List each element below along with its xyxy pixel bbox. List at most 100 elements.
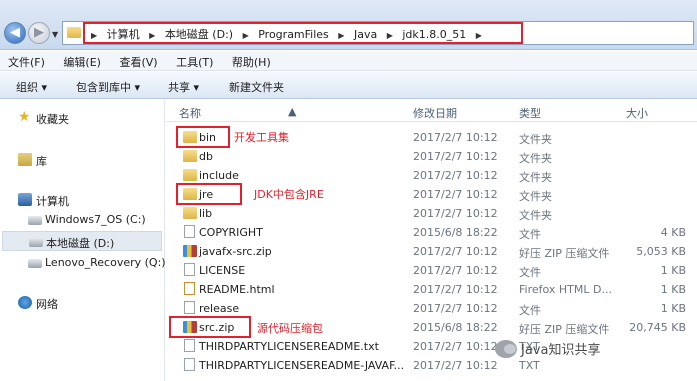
chevron-right-icon[interactable]: ▶ bbox=[387, 31, 393, 40]
menu-edit[interactable]: 编辑(E) bbox=[55, 51, 108, 70]
chevron-right-icon[interactable]: ▶ bbox=[476, 31, 482, 40]
breadcrumb-jdk[interactable]: jdk1.8.0_51 bbox=[402, 28, 466, 41]
file-size: 1 KB bbox=[660, 283, 686, 296]
file-row[interactable]: COPYRIGHT 2015/6/8 18:22 文件 4 KB bbox=[166, 223, 697, 242]
file-type: 文件 bbox=[519, 304, 541, 317]
document-icon bbox=[184, 339, 195, 352]
folder-icon bbox=[183, 207, 197, 219]
file-date: 2015/6/8 18:22 bbox=[413, 226, 498, 239]
file-row[interactable]: jre 2017/2/7 10:12 文件夹 bbox=[166, 185, 697, 204]
file-type: 文件夹 bbox=[519, 209, 552, 222]
file-date: 2017/2/7 10:12 bbox=[413, 169, 498, 182]
column-size[interactable]: 大小 bbox=[626, 105, 648, 121]
document-icon bbox=[184, 263, 195, 276]
history-dropdown-icon[interactable]: ▼ bbox=[52, 30, 58, 39]
drive-icon bbox=[28, 216, 42, 225]
file-row[interactable]: LICENSE 2017/2/7 10:12 文件 1 KB bbox=[166, 261, 697, 280]
file-row[interactable]: README.html 2017/2/7 10:12 Firefox HTML … bbox=[166, 280, 697, 299]
file-date: 2017/2/7 10:12 bbox=[413, 340, 498, 353]
file-row[interactable]: include 2017/2/7 10:12 文件夹 bbox=[166, 166, 697, 185]
bin-highlight-box bbox=[176, 126, 230, 148]
file-row[interactable]: javafx-src.zip 2017/2/7 10:12 好压 ZIP 压缩文… bbox=[166, 242, 697, 261]
file-date: 2017/2/7 10:12 bbox=[413, 131, 498, 144]
breadcrumb-drive-d[interactable]: 本地磁盘 (D:) bbox=[165, 28, 233, 41]
include-in-library-button[interactable]: 包含到库中 ▾ bbox=[76, 79, 140, 95]
file-name: db bbox=[199, 150, 213, 163]
file-size: 5,053 KB bbox=[636, 245, 686, 258]
breadcrumb-computer[interactable]: 计算机 bbox=[107, 28, 140, 41]
menu-view[interactable]: 查看(V) bbox=[111, 51, 164, 70]
nav-library[interactable]: 库 bbox=[0, 150, 165, 170]
file-date: 2015/6/8 18:22 bbox=[413, 321, 498, 334]
folder-icon bbox=[183, 150, 197, 162]
nav-drive-q-label: Lenovo_Recovery (Q:) bbox=[45, 256, 166, 269]
column-name[interactable]: 名称 bbox=[179, 105, 201, 121]
bin-annotation: 开发工具集 bbox=[234, 131, 289, 144]
file-type: Firefox HTML D... bbox=[519, 283, 612, 296]
nav-drive-c-label: Windows7_OS (C:) bbox=[45, 213, 146, 226]
nav-drive-c[interactable]: Windows7_OS (C:) bbox=[0, 210, 165, 230]
back-button[interactable]: ◀ bbox=[4, 22, 26, 44]
zip-archive-icon bbox=[183, 245, 197, 257]
file-name: release bbox=[199, 302, 240, 315]
watermark: Java知识共享 bbox=[495, 339, 601, 363]
file-row[interactable]: lib 2017/2/7 10:12 文件夹 bbox=[166, 204, 697, 223]
navigation-pane: ★ 收藏夹 库 计算机 Windows7_OS (C:) 本地磁盘 (D:) L… bbox=[0, 100, 166, 381]
file-date: 2017/2/7 10:12 bbox=[413, 245, 498, 258]
chevron-right-icon[interactable]: ▶ bbox=[149, 31, 155, 40]
watermark-text: Java知识共享 bbox=[521, 343, 601, 358]
menu-tools[interactable]: 工具(T) bbox=[168, 51, 220, 70]
file-type: 好压 ZIP 压缩文件 bbox=[519, 323, 610, 336]
file-size: 4 KB bbox=[660, 226, 686, 239]
menu-help[interactable]: 帮助(H) bbox=[224, 51, 278, 70]
file-type: 好压 ZIP 压缩文件 bbox=[519, 247, 610, 260]
new-folder-button[interactable]: 新建文件夹 bbox=[229, 79, 284, 95]
file-name: include bbox=[199, 169, 239, 182]
share-button[interactable]: 共享 ▾ bbox=[168, 79, 199, 95]
star-icon: ★ bbox=[18, 109, 31, 125]
back-arrow-icon: ◀ bbox=[10, 25, 20, 40]
document-icon bbox=[184, 225, 195, 238]
file-date: 2017/2/7 10:12 bbox=[413, 359, 498, 372]
command-toolbar: 组织 ▾ 包含到库中 ▾ 共享 ▾ 新建文件夹 bbox=[0, 72, 697, 99]
organize-button[interactable]: 组织 ▾ bbox=[16, 79, 47, 95]
column-date[interactable]: 修改日期 bbox=[413, 105, 457, 121]
file-date: 2017/2/7 10:12 bbox=[413, 302, 498, 315]
file-type: 文件 bbox=[519, 266, 541, 279]
src-highlight-box bbox=[169, 316, 251, 338]
src-annotation: 源代码压缩包 bbox=[257, 322, 323, 335]
file-date: 2017/2/7 10:12 bbox=[413, 264, 498, 277]
computer-icon bbox=[18, 193, 32, 206]
chevron-right-icon[interactable]: ▶ bbox=[243, 31, 249, 40]
nav-favorites[interactable]: ★ 收藏夹 bbox=[0, 108, 165, 128]
file-row[interactable]: THIRDPARTYLICENSEREADME.txt 2017/2/7 10:… bbox=[166, 337, 697, 356]
chevron-right-icon[interactable]: ▶ bbox=[91, 31, 97, 40]
nav-drive-d-label: 本地磁盘 (D:) bbox=[46, 237, 115, 250]
menu-bar: 文件(F) 编辑(E) 查看(V) 工具(T) 帮助(H) bbox=[0, 51, 697, 71]
file-name: THIRDPARTYLICENSEREADME-JAVAF... bbox=[199, 359, 405, 372]
chevron-right-icon[interactable]: ▶ bbox=[338, 31, 344, 40]
nav-drive-d[interactable]: 本地磁盘 (D:) bbox=[2, 231, 162, 251]
folder-icon bbox=[67, 27, 81, 38]
file-name: javafx-src.zip bbox=[199, 245, 272, 258]
menu-file[interactable]: 文件(F) bbox=[0, 51, 52, 70]
jre-highlight-box bbox=[176, 183, 242, 205]
nav-computer[interactable]: 计算机 bbox=[0, 190, 165, 210]
column-type[interactable]: 类型 bbox=[519, 105, 541, 121]
nav-drive-q[interactable]: Lenovo_Recovery (Q:) bbox=[0, 253, 166, 273]
column-header: ▲ 名称 修改日期 类型 大小 bbox=[166, 100, 697, 122]
file-row[interactable]: THIRDPARTYLICENSEREADME-JAVAF... 2017/2/… bbox=[166, 356, 697, 375]
nav-computer-label: 计算机 bbox=[36, 195, 69, 208]
wechat-icon bbox=[495, 340, 517, 358]
breadcrumb-programfiles[interactable]: ProgramFiles bbox=[258, 28, 329, 41]
address-box[interactable]: ▶ 计算机 ▶ 本地磁盘 (D:) ▶ ProgramFiles ▶ Java … bbox=[62, 21, 694, 45]
network-icon bbox=[18, 296, 32, 309]
forward-button[interactable]: ▶ bbox=[28, 22, 50, 44]
file-date: 2017/2/7 10:12 bbox=[413, 150, 498, 163]
nav-network[interactable]: 网络 bbox=[0, 293, 165, 313]
file-type: 文件 bbox=[519, 228, 541, 241]
document-icon bbox=[184, 358, 195, 371]
breadcrumb-java[interactable]: Java bbox=[354, 28, 377, 41]
file-name: THIRDPARTYLICENSEREADME.txt bbox=[199, 340, 379, 353]
file-row[interactable]: db 2017/2/7 10:12 文件夹 bbox=[166, 147, 697, 166]
